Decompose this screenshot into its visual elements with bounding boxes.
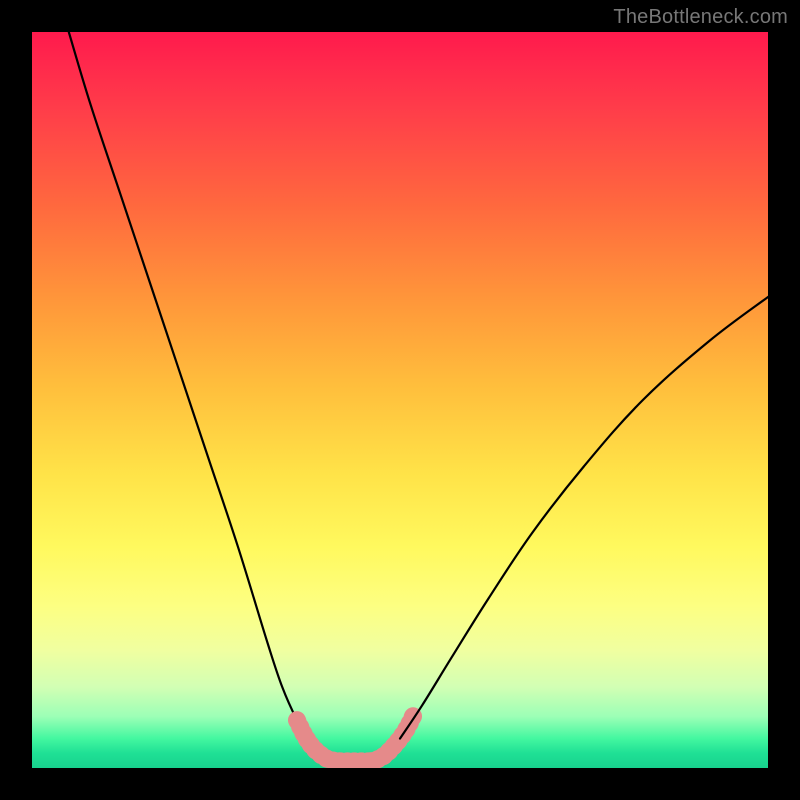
chart-curves	[32, 32, 768, 768]
chart-plot-area	[32, 32, 768, 768]
chart-frame: TheBottleneck.com	[0, 0, 800, 800]
curve-layer	[69, 32, 768, 761]
series-left-bottom-pink	[297, 720, 371, 761]
series-left-branch	[69, 32, 316, 750]
series-right-branch	[400, 297, 768, 739]
watermark-text: TheBottleneck.com	[613, 6, 788, 29]
series-right-bottom-pink	[371, 713, 415, 762]
